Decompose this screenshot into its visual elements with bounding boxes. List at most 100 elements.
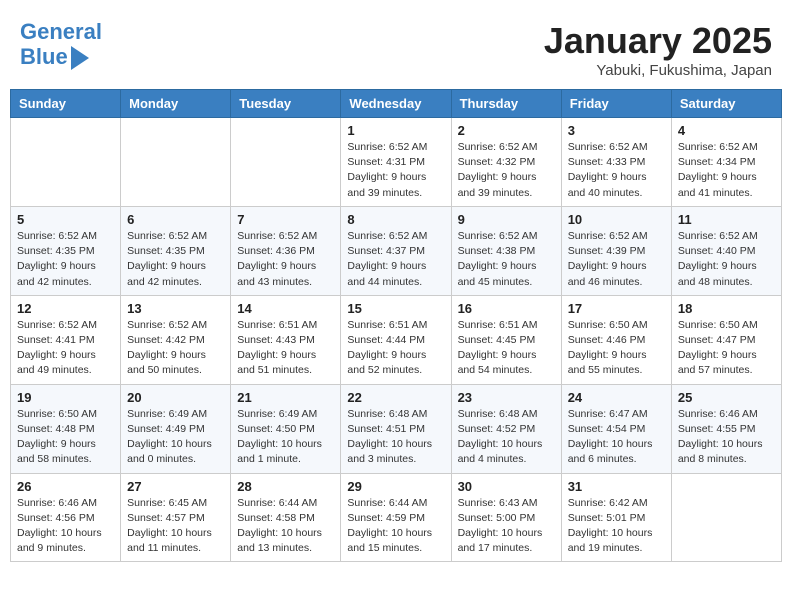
day-number: 15 — [347, 301, 444, 316]
logo: General Blue — [20, 20, 102, 70]
calendar-cell: 28 Sunrise: 6:44 AM Sunset: 4:58 PM Dayli… — [231, 473, 341, 562]
location-subtitle: Yabuki, Fukushima, Japan — [544, 62, 772, 79]
day-number: 4 — [678, 123, 775, 138]
day-info: Sunrise: 6:48 AM Sunset: 4:51 PM Dayligh… — [347, 407, 444, 468]
calendar-week-5: 26 Sunrise: 6:46 AM Sunset: 4:56 PM Dayli… — [11, 473, 782, 562]
day-number: 16 — [458, 301, 555, 316]
day-number: 26 — [17, 479, 114, 494]
day-number: 27 — [127, 479, 224, 494]
day-number: 17 — [568, 301, 665, 316]
calendar-cell: 20 Sunrise: 6:49 AM Sunset: 4:49 PM Dayli… — [121, 384, 231, 473]
calendar-cell: 29 Sunrise: 6:44 AM Sunset: 4:59 PM Dayli… — [341, 473, 451, 562]
day-number: 10 — [568, 212, 665, 227]
calendar-cell: 15 Sunrise: 6:51 AM Sunset: 4:44 PM Dayli… — [341, 295, 451, 384]
day-info: Sunrise: 6:42 AM Sunset: 5:01 PM Dayligh… — [568, 496, 665, 557]
day-info: Sunrise: 6:51 AM Sunset: 4:45 PM Dayligh… — [458, 318, 555, 379]
calendar-cell: 27Sunrise: 6:45 AM Sunset: 4:57 PM Dayli… — [121, 473, 231, 562]
calendar-cell: 26 Sunrise: 6:46 AM Sunset: 4:56 PM Dayli… — [11, 473, 121, 562]
day-info: Sunrise: 6:49 AM Sunset: 4:49 PM Dayligh… — [127, 407, 224, 468]
weekday-header-saturday: Saturday — [671, 90, 781, 118]
day-info: Sunrise: 6:51 AM Sunset: 4:43 PM Dayligh… — [237, 318, 334, 379]
day-number: 2 — [458, 123, 555, 138]
day-info: Sunrise: 6:43 AM Sunset: 5:00 PM Dayligh… — [458, 496, 555, 557]
logo-blue: Blue — [20, 45, 68, 69]
calendar-cell: 3Sunrise: 6:52 AM Sunset: 4:33 PM Daylig… — [561, 118, 671, 207]
day-number: 22 — [347, 390, 444, 405]
calendar-cell: 12 Sunrise: 6:52 AM Sunset: 4:41 PM Dayli… — [11, 295, 121, 384]
day-number: 5 — [17, 212, 114, 227]
day-info: Sunrise: 6:52 AM Sunset: 4:31 PM Dayligh… — [347, 140, 444, 201]
day-number: 28 — [237, 479, 334, 494]
weekday-header-sunday: Sunday — [11, 90, 121, 118]
day-number: 19 — [17, 390, 114, 405]
calendar-cell: 1 Sunrise: 6:52 AM Sunset: 4:31 PM Daylig… — [341, 118, 451, 207]
day-info: Sunrise: 6:48 AM Sunset: 4:52 PM Dayligh… — [458, 407, 555, 468]
day-number: 20 — [127, 390, 224, 405]
day-number: 1 — [347, 123, 444, 138]
calendar-week-4: 19 Sunrise: 6:50 AM Sunset: 4:48 PM Dayli… — [11, 384, 782, 473]
calendar-cell: 21Sunrise: 6:49 AM Sunset: 4:50 PM Dayli… — [231, 384, 341, 473]
day-number: 11 — [678, 212, 775, 227]
calendar-cell: 4 Sunrise: 6:52 AM Sunset: 4:34 PM Daylig… — [671, 118, 781, 207]
day-info: Sunrise: 6:49 AM Sunset: 4:50 PM Dayligh… — [237, 407, 334, 468]
calendar-cell: 31Sunrise: 6:42 AM Sunset: 5:01 PM Dayli… — [561, 473, 671, 562]
day-info: Sunrise: 6:51 AM Sunset: 4:44 PM Dayligh… — [347, 318, 444, 379]
calendar-cell: 11 Sunrise: 6:52 AM Sunset: 4:40 PM Dayli… — [671, 206, 781, 295]
calendar-week-2: 5 Sunrise: 6:52 AM Sunset: 4:35 PM Daylig… — [11, 206, 782, 295]
calendar-cell: 14 Sunrise: 6:51 AM Sunset: 4:43 PM Dayli… — [231, 295, 341, 384]
calendar-cell: 2 Sunrise: 6:52 AM Sunset: 4:32 PM Daylig… — [451, 118, 561, 207]
weekday-header-row: SundayMondayTuesdayWednesdayThursdayFrid… — [11, 90, 782, 118]
day-info: Sunrise: 6:52 AM Sunset: 4:40 PM Dayligh… — [678, 229, 775, 290]
calendar-cell: 9 Sunrise: 6:52 AM Sunset: 4:38 PM Daylig… — [451, 206, 561, 295]
day-number: 30 — [458, 479, 555, 494]
day-number: 29 — [347, 479, 444, 494]
page-header: General Blue January 2025 Yabuki, Fukush… — [10, 10, 782, 84]
calendar-table: SundayMondayTuesdayWednesdayThursdayFrid… — [10, 89, 782, 562]
day-number: 23 — [458, 390, 555, 405]
day-info: Sunrise: 6:50 AM Sunset: 4:46 PM Dayligh… — [568, 318, 665, 379]
calendar-cell — [11, 118, 121, 207]
calendar-cell: 8Sunrise: 6:52 AM Sunset: 4:37 PM Daylig… — [341, 206, 451, 295]
weekday-header-monday: Monday — [121, 90, 231, 118]
calendar-cell: 7 Sunrise: 6:52 AM Sunset: 4:36 PM Daylig… — [231, 206, 341, 295]
day-info: Sunrise: 6:52 AM Sunset: 4:38 PM Dayligh… — [458, 229, 555, 290]
day-info: Sunrise: 6:52 AM Sunset: 4:35 PM Dayligh… — [17, 229, 114, 290]
day-number: 7 — [237, 212, 334, 227]
day-info: Sunrise: 6:52 AM Sunset: 4:36 PM Dayligh… — [237, 229, 334, 290]
day-info: Sunrise: 6:46 AM Sunset: 4:56 PM Dayligh… — [17, 496, 114, 557]
calendar-cell: 23 Sunrise: 6:48 AM Sunset: 4:52 PM Dayli… — [451, 384, 561, 473]
calendar-cell: 24Sunrise: 6:47 AM Sunset: 4:54 PM Dayli… — [561, 384, 671, 473]
calendar-week-3: 12 Sunrise: 6:52 AM Sunset: 4:41 PM Dayli… — [11, 295, 782, 384]
day-info: Sunrise: 6:44 AM Sunset: 4:59 PM Dayligh… — [347, 496, 444, 557]
weekday-header-wednesday: Wednesday — [341, 90, 451, 118]
day-number: 13 — [127, 301, 224, 316]
day-number: 18 — [678, 301, 775, 316]
weekday-header-thursday: Thursday — [451, 90, 561, 118]
day-info: Sunrise: 6:50 AM Sunset: 4:48 PM Dayligh… — [17, 407, 114, 468]
logo-general: General — [20, 19, 102, 44]
month-title: January 2025 — [544, 20, 772, 62]
day-number: 25 — [678, 390, 775, 405]
day-info: Sunrise: 6:46 AM Sunset: 4:55 PM Dayligh… — [678, 407, 775, 468]
logo-text: General — [20, 20, 102, 44]
calendar-cell: 30 Sunrise: 6:43 AM Sunset: 5:00 PM Dayli… — [451, 473, 561, 562]
day-info: Sunrise: 6:52 AM Sunset: 4:41 PM Dayligh… — [17, 318, 114, 379]
day-number: 12 — [17, 301, 114, 316]
weekday-header-friday: Friday — [561, 90, 671, 118]
day-number: 14 — [237, 301, 334, 316]
day-number: 9 — [458, 212, 555, 227]
calendar-cell: 5 Sunrise: 6:52 AM Sunset: 4:35 PM Daylig… — [11, 206, 121, 295]
day-info: Sunrise: 6:52 AM Sunset: 4:35 PM Dayligh… — [127, 229, 224, 290]
calendar-cell: 25 Sunrise: 6:46 AM Sunset: 4:55 PM Dayli… — [671, 384, 781, 473]
calendar-cell: 19 Sunrise: 6:50 AM Sunset: 4:48 PM Dayli… — [11, 384, 121, 473]
day-info: Sunrise: 6:52 AM Sunset: 4:32 PM Dayligh… — [458, 140, 555, 201]
calendar-cell: 16 Sunrise: 6:51 AM Sunset: 4:45 PM Dayli… — [451, 295, 561, 384]
day-info: Sunrise: 6:52 AM Sunset: 4:34 PM Dayligh… — [678, 140, 775, 201]
day-number: 24 — [568, 390, 665, 405]
day-number: 3 — [568, 123, 665, 138]
logo-arrow-icon — [71, 46, 89, 70]
day-info: Sunrise: 6:44 AM Sunset: 4:58 PM Dayligh… — [237, 496, 334, 557]
calendar-cell — [121, 118, 231, 207]
day-info: Sunrise: 6:50 AM Sunset: 4:47 PM Dayligh… — [678, 318, 775, 379]
day-number: 8 — [347, 212, 444, 227]
